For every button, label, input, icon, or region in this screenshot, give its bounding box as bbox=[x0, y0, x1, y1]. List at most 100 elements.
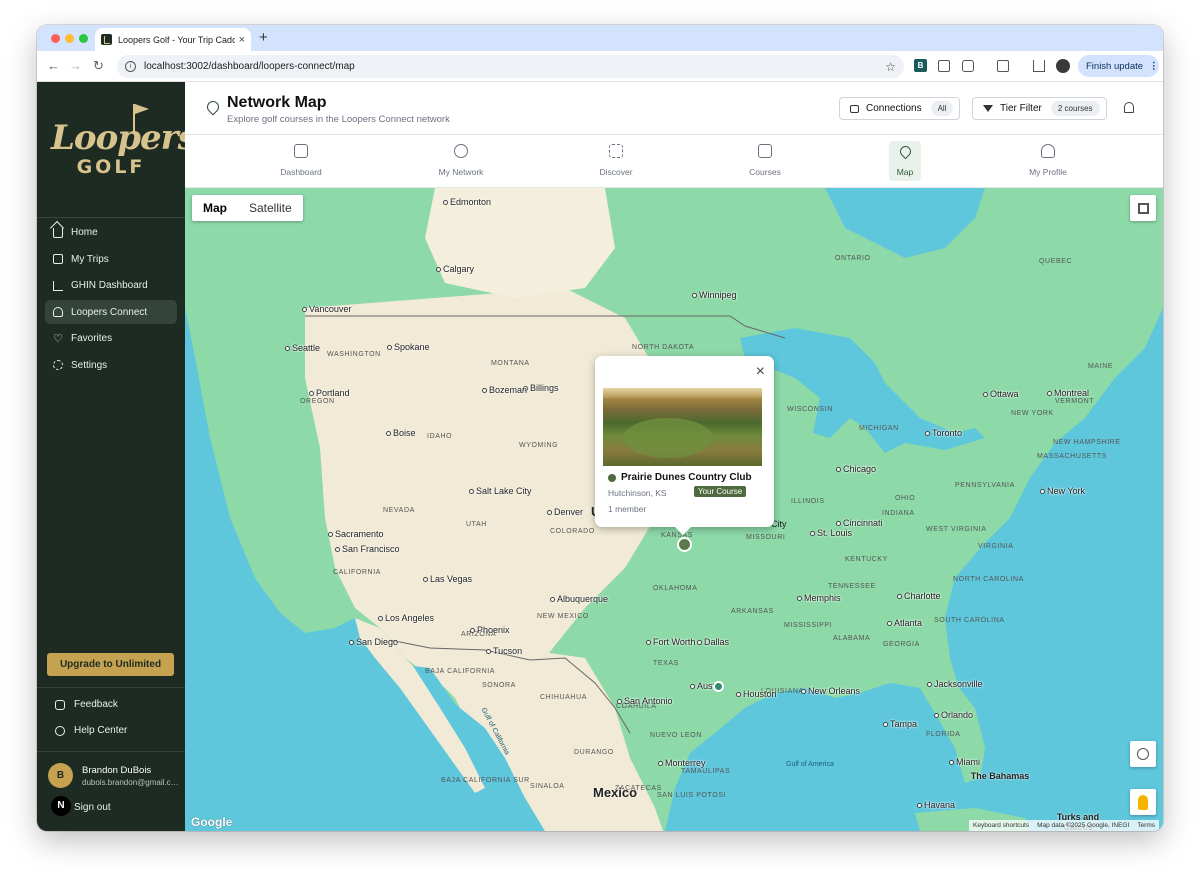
sidebar-item-loopers-connect[interactable]: Loopers Connect bbox=[45, 300, 177, 324]
browser-window: Loopers Golf - Your Trip Cadd × + ← → ↻ … bbox=[37, 25, 1163, 831]
region-label: ARKANSAS bbox=[731, 608, 774, 615]
zoom-window-button[interactable] bbox=[79, 34, 88, 43]
help-center-link[interactable]: Help Center bbox=[55, 725, 127, 736]
city-label: Portland bbox=[309, 388, 350, 398]
country-label: Mexico bbox=[593, 785, 638, 800]
tab-my-network[interactable]: My Network bbox=[421, 141, 501, 181]
extensions-puzzle-icon[interactable] bbox=[962, 60, 974, 72]
city-label: Charlotte bbox=[897, 591, 941, 601]
keyboard-shortcuts-link[interactable]: Keyboard shortcuts bbox=[973, 820, 1029, 831]
finish-update-button[interactable]: Finish update ⋮ bbox=[1078, 55, 1159, 77]
divider bbox=[37, 687, 185, 688]
sidebar-item-label: Favorites bbox=[71, 333, 113, 344]
map-view-button[interactable]: Map bbox=[192, 195, 238, 221]
sidebar-item-ghin-dashboard[interactable]: GHIN Dashboard bbox=[45, 274, 177, 298]
city-label: New York bbox=[1040, 486, 1085, 496]
region-label: SINALOA bbox=[530, 783, 565, 790]
users-icon bbox=[454, 144, 468, 158]
person-icon bbox=[1041, 144, 1055, 158]
sidebar-item-label: My Trips bbox=[71, 253, 109, 265]
tab-courses[interactable]: Courses bbox=[725, 141, 805, 181]
region-label: MAINE bbox=[1088, 363, 1114, 370]
region-label: TAMAULIPAS bbox=[681, 768, 731, 775]
region-label: NUEVO LEON bbox=[650, 732, 702, 739]
bell-icon[interactable] bbox=[1124, 102, 1134, 113]
tab-close-icon[interactable]: × bbox=[239, 34, 245, 46]
url-text[interactable]: localhost:3002/dashboard/loopers-connect… bbox=[144, 61, 885, 72]
region-label: MISSISSIPPI bbox=[784, 622, 833, 629]
map-pin-icon bbox=[204, 98, 222, 116]
new-tab-button[interactable]: + bbox=[259, 29, 268, 46]
bookmark-star-icon[interactable]: ☆ bbox=[885, 60, 896, 74]
region-label: OREGON bbox=[300, 398, 335, 405]
country-label: The Bahamas bbox=[970, 771, 1030, 781]
city-label: Edmonton bbox=[443, 197, 491, 207]
region-label: SONORA bbox=[482, 682, 516, 689]
street-view-pegman[interactable] bbox=[1130, 789, 1156, 815]
page-title: Network Map bbox=[227, 94, 327, 111]
cast-icon[interactable] bbox=[997, 60, 1009, 72]
move-arrows-icon bbox=[1137, 748, 1149, 760]
region-label: COLORADO bbox=[550, 528, 595, 535]
network-map[interactable]: Map Satellite ONTARIO QUEBEC WASHINGTON … bbox=[185, 188, 1163, 831]
city-label: Sacramento bbox=[328, 529, 384, 539]
city-label: Phoenix bbox=[470, 625, 510, 635]
upgrade-button[interactable]: Upgrade to Unlimited bbox=[47, 653, 174, 676]
profile-avatar-icon[interactable] bbox=[1056, 59, 1070, 73]
page-header: Network Map Explore golf courses in the … bbox=[185, 82, 1163, 135]
building-icon bbox=[758, 144, 772, 158]
extension-b-icon[interactable]: B bbox=[914, 59, 927, 72]
pegman-icon bbox=[1138, 794, 1148, 810]
city-label: Cincinnati bbox=[836, 518, 883, 528]
back-arrow-icon[interactable]: ← bbox=[47, 58, 60, 73]
address-bar[interactable]: i localhost:3002/dashboard/loopers-conne… bbox=[117, 55, 904, 78]
minimize-window-button[interactable] bbox=[65, 34, 74, 43]
sidebar-item-label: GHIN Dashboard bbox=[71, 280, 148, 291]
users-icon bbox=[53, 307, 63, 317]
sidebar-item-settings[interactable]: Settings bbox=[45, 353, 177, 377]
region-label: CHIHUAHUA bbox=[540, 694, 588, 701]
close-window-button[interactable] bbox=[51, 34, 60, 43]
sidebar-item-favorites[interactable]: ♡ Favorites bbox=[45, 327, 177, 351]
browser-tab[interactable]: Loopers Golf - Your Trip Cadd × bbox=[95, 28, 251, 51]
course-marker[interactable] bbox=[713, 681, 724, 692]
region-label: ILLINOIS bbox=[791, 498, 825, 505]
region-label: QUEBEC bbox=[1039, 258, 1073, 265]
region-label: WISCONSIN bbox=[787, 406, 833, 413]
connections-filter-button[interactable]: Connections All bbox=[839, 97, 961, 120]
avatar[interactable]: B bbox=[48, 763, 73, 788]
screenshot-icon[interactable] bbox=[938, 60, 950, 72]
city-label: Calgary bbox=[436, 264, 474, 274]
tier-filter-button[interactable]: Tier Filter 2 courses bbox=[972, 97, 1107, 120]
connections-label: Connections bbox=[866, 103, 922, 114]
tab-dashboard[interactable]: Dashboard bbox=[261, 141, 341, 181]
fullscreen-button[interactable] bbox=[1130, 195, 1156, 221]
sidebar-item-home[interactable]: Home bbox=[45, 221, 177, 245]
tab-map[interactable]: Map bbox=[889, 141, 921, 181]
tab-label: Courses bbox=[749, 167, 781, 177]
nextjs-dev-badge[interactable]: N bbox=[51, 796, 71, 816]
region-label: MASSACHUSETTS bbox=[1037, 453, 1108, 460]
reload-icon[interactable]: ↻ bbox=[93, 58, 104, 74]
tab-discover[interactable]: Discover bbox=[576, 141, 656, 181]
site-info-icon[interactable]: i bbox=[125, 61, 136, 72]
close-icon[interactable]: × bbox=[756, 363, 765, 381]
feedback-link[interactable]: Feedback bbox=[55, 699, 118, 710]
browser-tab-bar: Loopers Golf - Your Trip Cadd × + bbox=[37, 25, 1163, 51]
browser-tab-title: Loopers Golf - Your Trip Cadd bbox=[118, 34, 235, 45]
download-icon[interactable] bbox=[1033, 60, 1045, 72]
satellite-view-button[interactable]: Satellite bbox=[238, 195, 303, 221]
forward-arrow-icon[interactable]: → bbox=[69, 58, 82, 73]
sidebar-item-my-trips[interactable]: My Trips bbox=[45, 247, 177, 271]
city-label: Seattle bbox=[285, 343, 320, 353]
terms-link[interactable]: Terms bbox=[1137, 820, 1155, 831]
camera-control-button[interactable] bbox=[1130, 741, 1156, 767]
sign-out-button[interactable]: Sign out bbox=[74, 802, 111, 813]
city-label: Dallas bbox=[697, 637, 729, 647]
city-label: New Orleans bbox=[801, 686, 860, 696]
tab-my-profile[interactable]: My Profile bbox=[1008, 141, 1088, 181]
course-marker-prairie-dunes[interactable] bbox=[677, 537, 692, 552]
loopers-golf-logo[interactable]: Loopers GOLF bbox=[51, 104, 197, 194]
message-icon bbox=[55, 699, 65, 710]
region-label: MONTANA bbox=[491, 360, 530, 367]
